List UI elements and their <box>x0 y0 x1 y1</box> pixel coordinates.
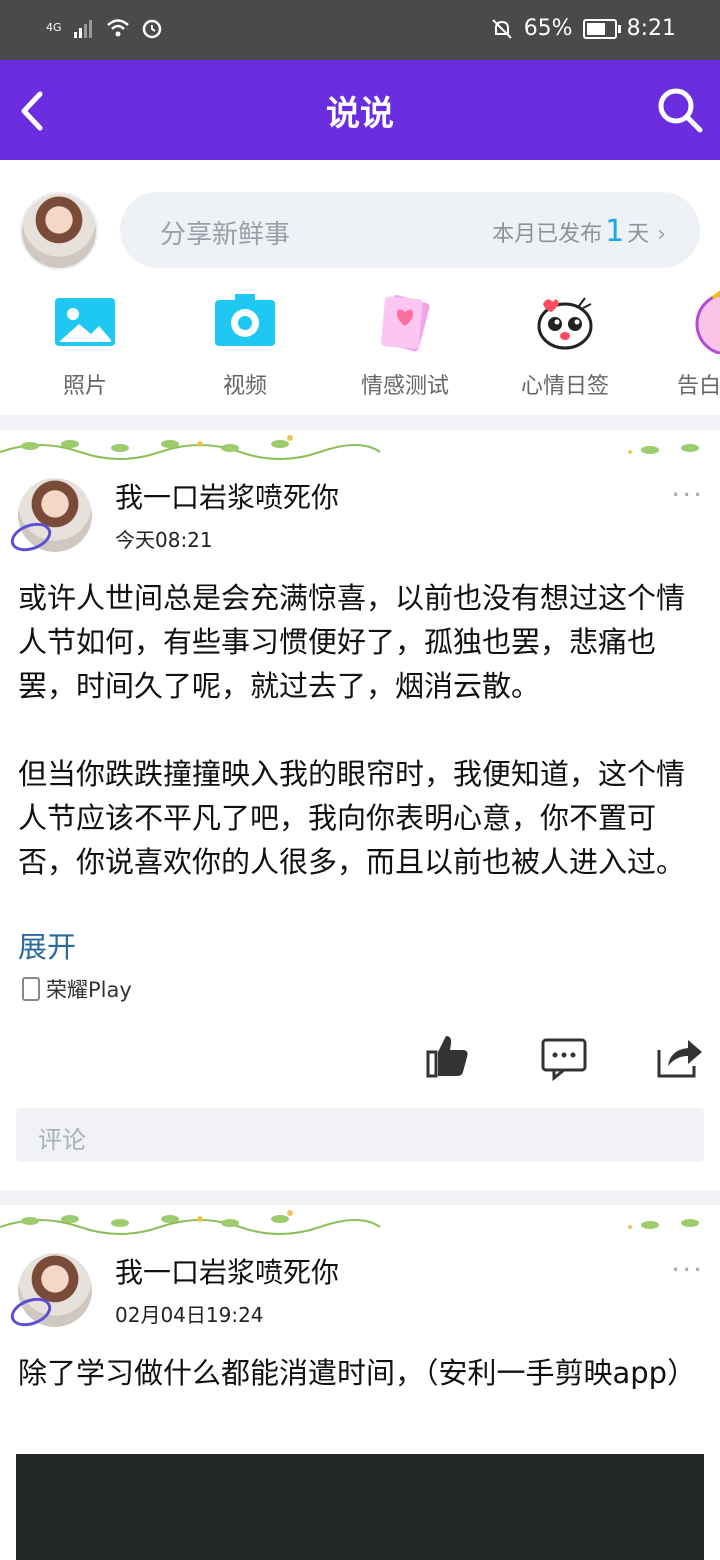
quick-action-confession[interactable]: 告白 <box>655 290 720 400</box>
share-placeholder: 分享新鲜事 <box>160 220 291 250</box>
monthly-post-count[interactable]: 本月已发布 1 天 › <box>492 214 666 249</box>
status-bar: 4G 65% 8:21 <box>0 0 720 60</box>
expand-link[interactable]: 展开 <box>18 924 76 966</box>
month-suffix: 天 <box>627 222 650 247</box>
clock: 8:21 <box>626 16 676 41</box>
decorative-vine-border <box>0 430 720 460</box>
top-nav-bar: 说说 <box>0 60 720 160</box>
battery-icon <box>582 18 621 39</box>
author-name[interactable]: 我一口岩浆喷死你 <box>115 476 339 516</box>
comment-placeholder: 评论 <box>38 1126 86 1154</box>
alarm-icon <box>142 19 161 39</box>
more-options-icon[interactable]: ··· <box>671 1253 704 1286</box>
quick-action-emotion-test[interactable]: 情感测试 <box>335 290 475 400</box>
post-text: 除了学习做什么都能消遣时间，（安利一手剪映app） <box>18 1356 697 1390</box>
wifi-icon <box>106 19 129 37</box>
search-icon[interactable] <box>656 86 704 134</box>
signal-icon <box>73 20 92 38</box>
photo-icon <box>55 298 115 346</box>
user-avatar[interactable] <box>20 192 98 270</box>
post-time: 02月04日19:24 <box>115 1303 264 1327</box>
quick-action-video[interactable]: 视频 <box>175 290 315 400</box>
phone-icon <box>22 977 40 1001</box>
share-arrow-icon[interactable] <box>656 1034 704 1082</box>
mute-bell-icon <box>491 18 512 39</box>
quick-action-label: 情感测试 <box>360 374 449 399</box>
post-card: 我一口岩浆喷死你 02月04日19:24 ··· 除了学习做什么都能消遣时间，（… <box>0 1235 720 1560</box>
post-text: 或许人世间总是会充满惊喜，以前也没有想过这个情人节如何，有些事习惯便好了，孤独也… <box>18 581 686 879</box>
more-options-icon[interactable]: ··· <box>671 478 704 511</box>
comment-bubble-icon[interactable] <box>540 1034 588 1082</box>
love-card-icon <box>381 295 430 352</box>
share-input[interactable]: 分享新鲜事 本月已发布 1 天 › <box>120 192 700 268</box>
confession-icon <box>695 290 720 355</box>
quick-action-label: 告白 <box>677 374 720 399</box>
month-count: 1 <box>605 214 625 249</box>
like-thumb-icon[interactable] <box>424 1032 472 1080</box>
quick-action-label: 心情日签 <box>520 374 609 399</box>
month-prefix: 本月已发布 <box>492 222 603 247</box>
composer-panel: 分享新鲜事 本月已发布 1 天 › 照片 视频 情感测试 心情日签 告白 <box>0 160 720 415</box>
video-thumbnail[interactable] <box>16 1454 704 1560</box>
network-type: 4G <box>46 21 62 34</box>
device-name: 荣耀Play <box>46 978 132 1002</box>
emoji-face-icon <box>537 297 593 350</box>
page-title: 说说 <box>326 94 394 134</box>
quick-action-label: 视频 <box>222 374 267 399</box>
quick-action-mood-sign[interactable]: 心情日签 <box>495 290 635 400</box>
quick-actions: 照片 视频 情感测试 心情日签 告白 <box>0 290 720 400</box>
decorative-vine-border <box>0 1205 720 1235</box>
author-name[interactable]: 我一口岩浆喷死你 <box>115 1251 339 1291</box>
chevron-right-icon: › <box>657 222 666 247</box>
quick-action-photo[interactable]: 照片 <box>15 290 155 400</box>
device-tag: 荣耀Play <box>22 974 132 1004</box>
video-camera-icon <box>215 294 275 346</box>
post-card: 我一口岩浆喷死你 今天08:21 ··· 或许人世间总是会充满惊喜，以前也没有想… <box>0 460 720 1190</box>
comment-input[interactable]: 评论 <box>16 1108 704 1162</box>
quick-action-label: 照片 <box>62 374 107 399</box>
battery-percent: 65% <box>523 16 573 41</box>
post-time: 今天08:21 <box>115 528 213 552</box>
